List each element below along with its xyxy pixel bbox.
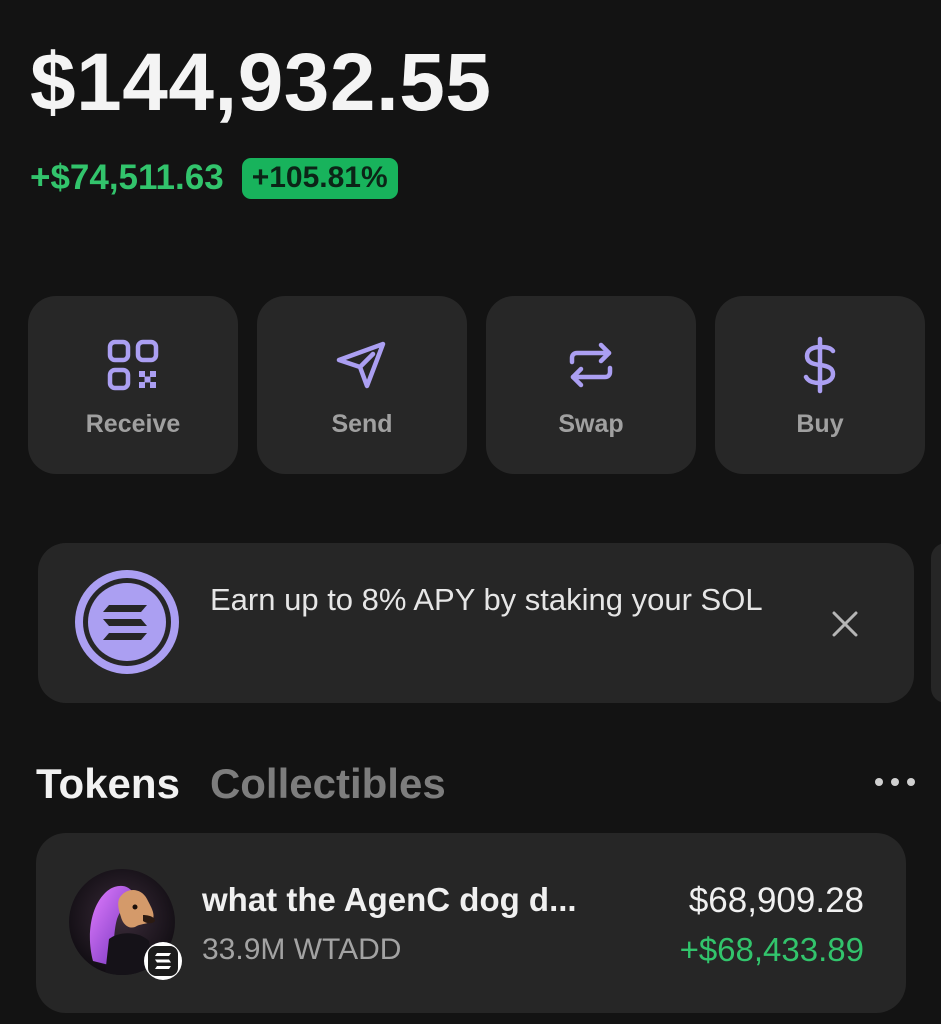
send-label: Send [331, 410, 393, 438]
swap-label: Swap [558, 410, 624, 438]
token-amount: 33.9M WTADD [202, 933, 402, 966]
asset-tabs: Tokens Collectibles [36, 760, 446, 808]
token-name: what the AgenC dog d... [202, 881, 577, 918]
next-banner-card[interactable] [931, 543, 941, 703]
receive-button[interactable]: Receive [28, 296, 238, 474]
balance-change-amount: +$74,511.63 [30, 158, 224, 198]
tab-collectibles[interactable]: Collectibles [210, 760, 446, 808]
swap-icon [569, 342, 613, 388]
solana-icon [75, 570, 179, 674]
receive-label: Receive [85, 410, 181, 438]
send-icon [336, 341, 386, 389]
balance-change-percent-badge: +105.81% [241, 158, 398, 199]
staking-banner[interactable]: Earn up to 8% APY by staking your SOL [38, 543, 914, 703]
tab-tokens[interactable]: Tokens [36, 760, 180, 808]
token-row[interactable]: what the AgenC dog d... 33.9M WTADD $68,… [36, 833, 906, 1013]
swap-button[interactable]: Swap [486, 296, 696, 474]
buy-button[interactable]: Buy [715, 296, 925, 474]
staking-banner-text: Earn up to 8% APY by staking your SOL [210, 582, 763, 617]
token-change: +$68,433.89 [679, 931, 864, 968]
balance-change-row: +$74,511.63 +105.81% [30, 158, 398, 199]
token-value: $68,909.28 [688, 881, 864, 920]
qr-code-icon [107, 339, 159, 391]
action-buttons: Receive Send Swap Buy [28, 296, 925, 474]
solana-chain-icon [144, 942, 182, 980]
buy-label: Buy [796, 410, 844, 438]
close-icon[interactable] [830, 609, 860, 639]
dollar-icon [803, 336, 836, 394]
send-button[interactable]: Send [257, 296, 467, 474]
total-balance: $144,932.55 [30, 37, 492, 128]
more-icon[interactable] [872, 770, 918, 794]
